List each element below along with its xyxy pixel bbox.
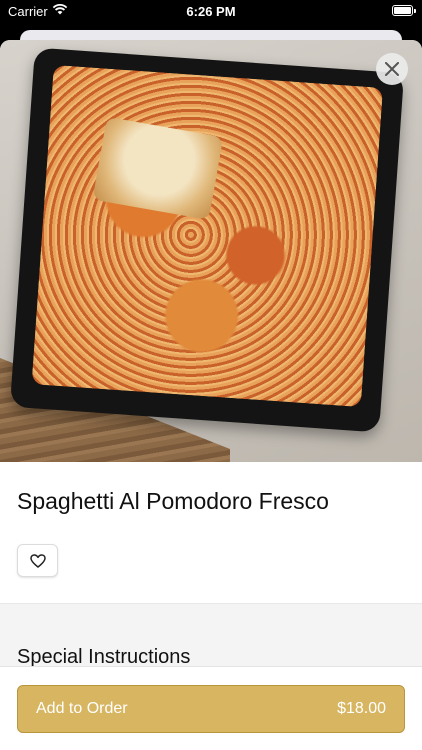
item-price: $18.00 [337, 700, 386, 717]
pasta [31, 64, 384, 408]
battery-icon [392, 5, 416, 16]
favorite-button[interactable] [17, 544, 58, 577]
item-detail-sheet: Spaghetti Al Pomodoro Fresco Special Ins… [0, 40, 422, 750]
item-photo [0, 40, 422, 462]
item-title: Spaghetti Al Pomodoro Fresco [17, 488, 329, 514]
takeout-container [9, 47, 405, 433]
close-button[interactable] [376, 53, 408, 85]
status-bar: Carrier 6:26 PM [0, 0, 422, 24]
heart-icon [29, 553, 46, 568]
add-to-order-label: Add to Order [36, 700, 128, 717]
clock: 6:26 PM [186, 4, 236, 19]
order-bar: Add to Order $18.00 [0, 666, 422, 750]
add-to-order-button[interactable]: Add to Order $18.00 [17, 685, 405, 733]
close-icon [385, 62, 399, 76]
